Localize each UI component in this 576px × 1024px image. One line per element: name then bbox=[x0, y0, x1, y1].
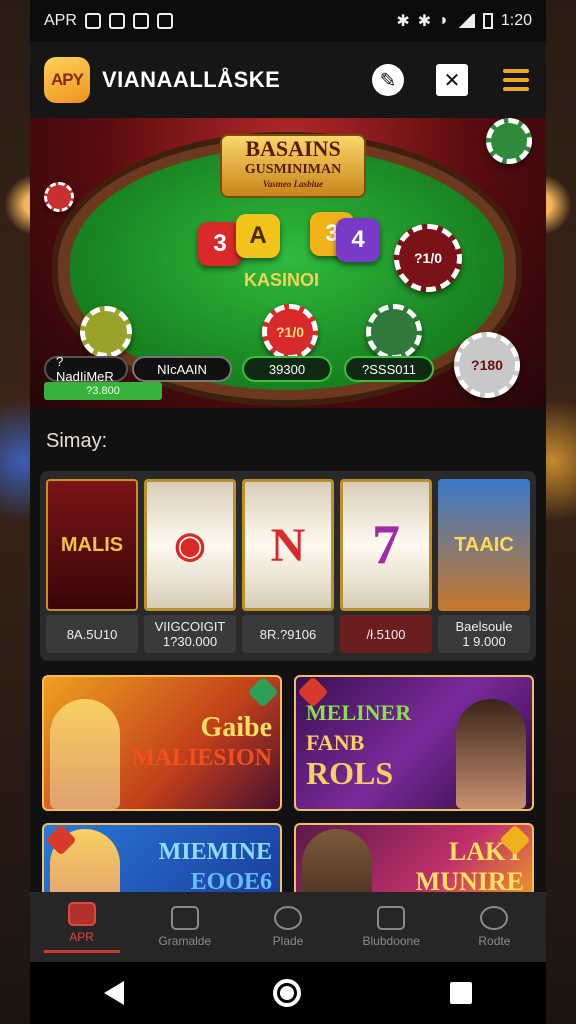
tab-bonus[interactable]: Blubdoone bbox=[340, 906, 443, 948]
notification-icon bbox=[156, 13, 173, 29]
banner-title-line: ROLS bbox=[306, 755, 394, 791]
game-banners: Gaibe MALIESION MELINER FANB ROLS MIEMIN… bbox=[30, 661, 546, 911]
tab-label: Gramalde bbox=[158, 934, 212, 948]
bluetooth-icon: ✱ bbox=[396, 13, 410, 30]
wrench-icon[interactable]: ✎ bbox=[372, 64, 404, 96]
notification-icon bbox=[108, 13, 125, 29]
banner-title-line: MIEMINE bbox=[158, 839, 272, 865]
poker-chip: ?1/0 bbox=[262, 304, 318, 360]
tab-home[interactable]: APR bbox=[30, 901, 133, 953]
character-art bbox=[50, 699, 120, 809]
tab-label: Plade bbox=[272, 934, 304, 948]
slot-game-card[interactable]: MALIS 8A.5U10 bbox=[46, 479, 138, 653]
hero-banner[interactable]: BASAINS GUSMINIMAN Vasmeo Lasbiue 3 A 3 … bbox=[30, 118, 546, 408]
poker-chip bbox=[80, 306, 132, 358]
carrier-label: APR bbox=[44, 12, 77, 29]
tab-label: APR bbox=[69, 929, 94, 944]
hero-title-line: Vasmeo Lasbiue bbox=[262, 179, 324, 189]
tab-label: Rodte bbox=[478, 934, 511, 948]
section-title: Simay: bbox=[46, 430, 108, 452]
slot-game-card[interactable]: ◉ VIIGCOIGIT 1?30.000 bbox=[144, 479, 236, 653]
hero-pill[interactable]: NIcAAIN bbox=[132, 356, 232, 382]
phone-screen: APR ✱ ✱ ◗ 1:20 APY VIANAALLÅSKE ✎ ✕ BASA… bbox=[30, 0, 546, 1024]
slot-caption-line: 8A.5U10 bbox=[66, 626, 118, 642]
poker-chip bbox=[486, 118, 532, 164]
slot-game-card[interactable]: 7 /ł.5100 bbox=[340, 479, 432, 653]
chip-icon bbox=[274, 906, 302, 930]
die: A bbox=[236, 214, 280, 258]
slot-caption-line: 1?30.000 bbox=[162, 634, 218, 649]
tab-games[interactable]: Gramalde bbox=[133, 906, 236, 948]
recents-icon[interactable] bbox=[449, 982, 472, 1004]
slot-caption-line: 8R.?9106 bbox=[259, 626, 317, 642]
hero-pill[interactable]: ?SSS011 bbox=[344, 356, 434, 382]
tab-profile[interactable]: Rodte bbox=[443, 906, 546, 948]
slot-game-card[interactable]: TAAIC Baelsoule 1 9.000 bbox=[438, 479, 530, 653]
slot-caption-line: VIIGCOIGIT bbox=[154, 619, 226, 634]
banner-title-line: MALIESION bbox=[131, 745, 272, 771]
home-icon bbox=[67, 901, 96, 926]
app-logo[interactable]: APY bbox=[44, 57, 90, 103]
hero-sub-label: ?3.800 bbox=[44, 382, 162, 400]
wallet-icon bbox=[377, 906, 406, 930]
felt-label: KASINOI bbox=[244, 270, 320, 290]
menu-icon[interactable] bbox=[500, 64, 532, 96]
slot-caption: 8R.?9106 bbox=[242, 615, 334, 653]
hero-title-badge: BASAINS GUSMINIMAN Vasmeo Lasbiue bbox=[220, 134, 366, 198]
app-header: APY VIANAALLÅSKE ✎ ✕ bbox=[30, 42, 546, 118]
banner-title-line: FANB bbox=[306, 730, 365, 755]
tools-icon[interactable]: ✕ bbox=[436, 64, 468, 96]
back-icon[interactable] bbox=[104, 981, 125, 1005]
slot-caption-line: Baelsoule bbox=[455, 619, 513, 634]
banner-title-line: MELINER bbox=[306, 700, 412, 725]
bottom-tab-bar: APR Gramalde Plade Blubdoone Rodte bbox=[30, 892, 546, 962]
system-nav-bar bbox=[30, 962, 546, 1024]
slot-reel: 7 bbox=[340, 479, 432, 611]
slot-reel: ◉ bbox=[144, 479, 236, 611]
hero-pill[interactable]: 39300 bbox=[242, 356, 332, 382]
slot-artwork: MALIS bbox=[46, 479, 138, 611]
banner-title-line: Gaibe bbox=[200, 712, 272, 743]
character-art bbox=[456, 699, 526, 809]
poker-chip bbox=[44, 182, 74, 212]
bell-icon: ◉ bbox=[174, 524, 206, 565]
hero-title-line: BASAINS bbox=[245, 136, 341, 161]
slot-reel: N bbox=[242, 479, 334, 611]
home-button-icon[interactable] bbox=[272, 979, 301, 1007]
die: 4 bbox=[336, 218, 380, 262]
slot-game-card[interactable]: N 8R.?9106 bbox=[242, 479, 334, 653]
slot-caption: VIIGCOIGIT 1?30.000 bbox=[144, 615, 236, 653]
poker-chip: ?180 bbox=[454, 332, 520, 398]
game-banner[interactable]: Gaibe MALIESION bbox=[42, 675, 282, 811]
slot-caption-line: 1 9.000 bbox=[462, 634, 506, 649]
tab-label: Blubdoone bbox=[362, 934, 420, 948]
bluetooth-icon: ✱ bbox=[417, 13, 432, 30]
app-title: VIANAALLÅSKE bbox=[102, 67, 281, 92]
status-bar: APR ✱ ✱ ◗ 1:20 bbox=[30, 0, 546, 42]
poker-chip bbox=[366, 304, 422, 360]
battery-icon bbox=[482, 13, 493, 29]
notification-icon bbox=[84, 13, 101, 29]
clock: 1:20 bbox=[500, 12, 532, 29]
hero-title-line: GUSMINIMAN bbox=[244, 162, 342, 177]
profile-icon bbox=[480, 906, 509, 930]
slot-artwork: TAAIC bbox=[438, 479, 530, 611]
tab-play[interactable]: Plade bbox=[236, 906, 339, 948]
slot-caption: /ł.5100 bbox=[340, 615, 432, 653]
notification-icon bbox=[132, 13, 149, 29]
slot-caption: 8A.5U10 bbox=[46, 615, 138, 653]
poker-chip: ?1/0 bbox=[394, 224, 462, 292]
signal-icon bbox=[456, 14, 475, 28]
slot-caption: Baelsoule 1 9.000 bbox=[438, 615, 530, 653]
hero-pill[interactable]: ?NadIiMeR bbox=[44, 354, 128, 384]
cube-icon bbox=[170, 906, 199, 930]
wifi-icon: ◗ bbox=[439, 12, 449, 29]
new-tag-icon bbox=[247, 677, 279, 708]
game-banner[interactable]: MELINER FANB ROLS bbox=[294, 675, 534, 811]
slot-caption-line: /ł.5100 bbox=[366, 626, 406, 642]
slots-strip: MALIS 8A.5U10 ◉ VIIGCOIGIT 1?30.000 N 8R… bbox=[40, 471, 536, 661]
